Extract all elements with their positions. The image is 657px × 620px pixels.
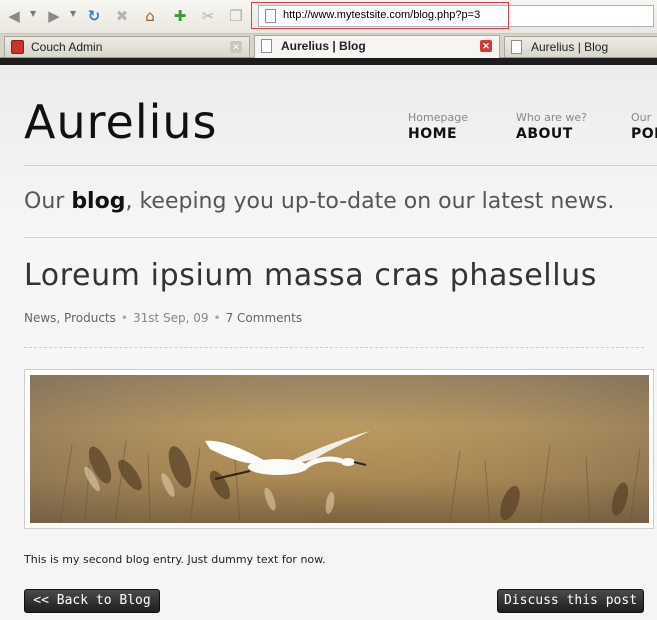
post-meta: News, Products • 31st Sep, 09 • 7 Comments	[24, 311, 302, 325]
back-dropdown-icon[interactable]: ▼	[30, 9, 36, 18]
post-title: Loreum ipsium massa cras phasellus	[24, 258, 597, 293]
nav-item-portfolio[interactable]: Our POR	[631, 111, 657, 142]
tagline-bold: blog	[71, 189, 126, 214]
nav-subtitle: Who are we?	[516, 111, 587, 124]
couch-admin-favicon	[11, 40, 24, 54]
address-bar[interactable]: http://www.mytestsite.com/blog.php?p=3	[258, 5, 654, 27]
browser-toolbar: ◀ ▼ ▶ ▼ ↻ ✖ ⌂ ✚ ✂ ❐ http://www.mytestsit…	[0, 0, 657, 34]
header-divider	[24, 165, 657, 166]
page-content: Aurelius Homepage HOME Who are we? ABOUT…	[0, 65, 657, 620]
page-icon	[511, 40, 522, 54]
home-icon[interactable]: ⌂	[140, 7, 160, 25]
stop-icon[interactable]: ✖	[112, 7, 132, 25]
tab-label: Aurelius | Blog	[281, 39, 366, 53]
nav-subtitle: Our	[631, 111, 652, 124]
tab-aurelius-blog[interactable]: Aurelius | Blog	[504, 36, 657, 57]
tagline-prefix: Our	[24, 189, 72, 214]
page-top-bar	[0, 58, 657, 65]
back-to-blog-button[interactable]: << Back to Blog	[24, 589, 160, 613]
tagline-suffix: , keeping you up-to-date on our latest n…	[125, 189, 615, 214]
meta-separator: •	[120, 311, 128, 325]
back-icon[interactable]: ◀	[4, 7, 24, 25]
tab-aurelius-blog-active[interactable]: Aurelius | Blog ✕	[254, 35, 500, 58]
meta-divider	[24, 347, 644, 348]
post-image-frame	[24, 369, 654, 529]
new-bookmark-icon[interactable]: ✚	[170, 7, 190, 25]
copy-icon[interactable]: ❐	[226, 7, 246, 25]
nav-label[interactable]: POR	[631, 126, 657, 142]
blog-tagline: Our blog, keeping you up-to-date on our …	[24, 189, 614, 214]
nav-item-home[interactable]: Homepage HOME	[408, 111, 468, 142]
tagline-divider	[24, 237, 657, 238]
flying-egret-photo	[30, 375, 649, 523]
post-body-text: This is my second blog entry. Just dummy…	[24, 553, 326, 566]
site-title[interactable]: Aurelius	[24, 95, 218, 149]
page-icon	[261, 39, 272, 53]
tab-strip: Couch Admin ✕ Aurelius | Blog ✕ Aurelius…	[0, 34, 657, 58]
forward-dropdown-icon[interactable]: ▼	[70, 9, 76, 18]
discuss-post-button[interactable]: Discuss this post	[497, 589, 644, 613]
tab-label: Aurelius | Blog	[531, 40, 609, 54]
nav-label[interactable]: HOME	[408, 126, 468, 142]
nav-label[interactable]: ABOUT	[516, 126, 587, 142]
close-tab-icon[interactable]: ✕	[230, 41, 242, 53]
meta-separator: •	[213, 311, 221, 325]
tab-couch-admin[interactable]: Couch Admin ✕	[4, 36, 250, 57]
post-date: 31st Sep, 09	[132, 311, 209, 325]
nav-item-about[interactable]: Who are we? ABOUT	[516, 111, 587, 142]
nav-subtitle: Homepage	[408, 111, 468, 124]
tab-label: Couch Admin	[31, 40, 103, 54]
post-comments-link[interactable]: 7 Comments	[226, 311, 303, 325]
page-icon	[265, 9, 276, 23]
forward-icon[interactable]: ▶	[44, 7, 64, 25]
reload-icon[interactable]: ↻	[84, 7, 104, 25]
cut-icon[interactable]: ✂	[198, 7, 218, 25]
post-categories[interactable]: News, Products	[24, 311, 116, 325]
address-bar-url[interactable]: http://www.mytestsite.com/blog.php?p=3	[283, 9, 480, 21]
close-tab-icon[interactable]: ✕	[480, 40, 492, 52]
